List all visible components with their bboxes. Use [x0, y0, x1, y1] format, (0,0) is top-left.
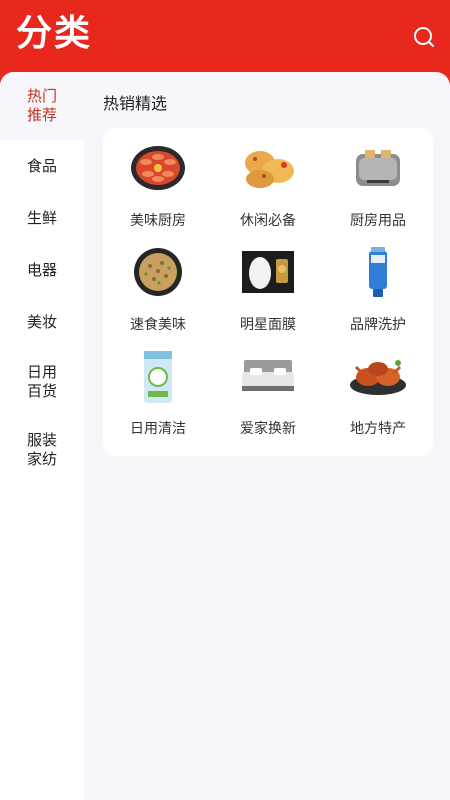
pastry-image	[236, 140, 300, 196]
fried-rice-pan-image	[126, 244, 190, 300]
sidebar-item-daily[interactable]: 日用百货	[0, 348, 84, 416]
category-sidebar: 热门推荐 食品 生鲜 电器 美妆 日用百货 服装家纺	[0, 72, 84, 800]
category-item[interactable]: 厨房用品	[323, 140, 433, 244]
sidebar-item-appliances[interactable]: 电器	[0, 244, 84, 296]
category-item[interactable]: 速食美味	[103, 244, 213, 348]
cleanser-tube-image	[346, 244, 410, 300]
sidebar-item-beauty[interactable]: 美妆	[0, 296, 84, 348]
app-header: 分类	[0, 0, 450, 72]
section-title: 热销精选	[103, 94, 168, 113]
sidebar-item-apparel[interactable]: 服装家纺	[0, 416, 84, 484]
face-mask-image	[236, 244, 300, 300]
page-title: 分类	[16, 13, 93, 54]
category-item[interactable]: 品牌洗护	[323, 244, 433, 348]
toaster-image	[346, 140, 410, 196]
laundry-detergent-image	[126, 348, 190, 404]
search-icon[interactable]	[412, 25, 436, 49]
category-item[interactable]: 地方特产	[323, 348, 433, 452]
sidebar-item-hot[interactable]: 热门推荐	[0, 72, 84, 140]
category-item[interactable]: 休闲必备	[213, 140, 323, 244]
shrimp-platter-image	[126, 140, 190, 196]
category-item[interactable]: 明星面膜	[213, 244, 323, 348]
sidebar-item-fresh[interactable]: 生鲜	[0, 192, 84, 244]
category-panel: 热门推荐 食品 生鲜 电器 美妆 日用百货 服装家纺 热销精选 美味厨房 休闲必…	[0, 72, 450, 800]
category-item[interactable]: 美味厨房	[103, 140, 213, 244]
category-content: 热销精选 美味厨房 休闲必备 厨房用品 速食美味 明星面膜 品牌洗护 日用清洁 …	[84, 72, 450, 800]
category-item[interactable]: 爱家换新	[213, 348, 323, 452]
sidebar-item-food[interactable]: 食品	[0, 140, 84, 192]
hot-category-card: 美味厨房 休闲必备 厨房用品 速食美味 明星面膜 品牌洗护 日用清洁 爱家换新 …	[103, 128, 433, 456]
category-item[interactable]: 日用清洁	[103, 348, 213, 452]
bed-image	[236, 348, 300, 404]
crab-dish-image	[346, 348, 410, 404]
